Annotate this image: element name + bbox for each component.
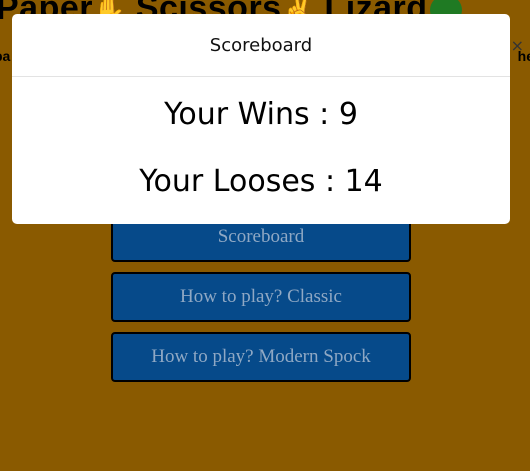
looses-count: Your Looses : 14 (139, 164, 383, 199)
main-menu-classic: How to play? Classic (111, 272, 411, 322)
wins-count: Your Wins : 9 (164, 97, 358, 132)
modal-header: Scoreboard (12, 14, 510, 77)
scoreboard-modal: Scoreboard Your Wins : 9 Your Looses : 1… (12, 14, 510, 224)
how-to-play-modern-button[interactable]: How to play? Modern Spock (111, 332, 411, 382)
how-to-play-classic-button[interactable]: How to play? Classic (111, 272, 411, 322)
main-menu-modern: How to play? Modern Spock (111, 332, 411, 382)
modal-title: Scoreboard (209, 34, 313, 56)
modal-body: Your Wins : 9 Your Looses : 14 (12, 97, 510, 199)
close-icon[interactable]: × (511, 36, 524, 55)
background-left-text: ba (0, 48, 11, 64)
